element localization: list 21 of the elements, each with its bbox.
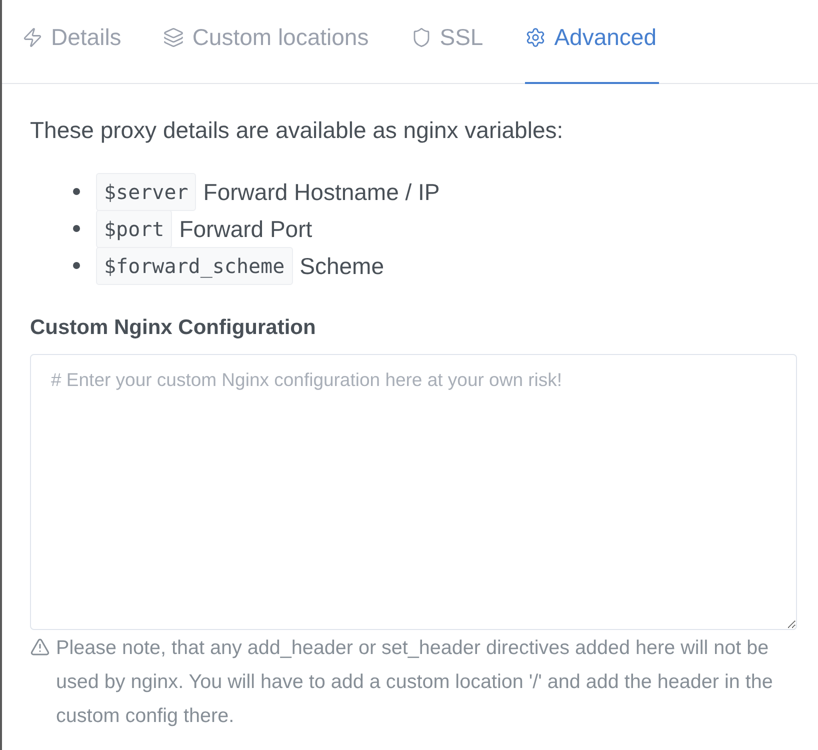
bullet-icon (73, 225, 80, 232)
config-label: Custom Nginx Configuration (30, 315, 316, 341)
variable-description: Scheme (300, 252, 384, 280)
config-textarea[interactable]: # Enter your custom Nginx configuration here at your own risk! (30, 354, 797, 630)
layers-icon (163, 27, 184, 48)
tab[interactable]: Custom locations (163, 0, 371, 84)
tab[interactable]: SSL (410, 0, 486, 84)
settings-icon (525, 27, 546, 48)
note-text: Please note, that any add_header or set_header directives added here will not be used by nginx. You will have to add a custom location '/' and add the header in the custom config there. (56, 636, 774, 729)
warning-icon (30, 637, 50, 657)
bullet-icon (73, 262, 80, 269)
variable-description: Forward Hostname / IP (203, 178, 440, 206)
tab[interactable]: Advanced (525, 0, 659, 84)
intro-text: These proxy details are available as nginx variables: (30, 116, 564, 145)
lightning-icon (22, 27, 43, 48)
variable-description: Forward Port (179, 214, 312, 244)
variable-code: $port (96, 210, 172, 248)
variable-code: $server (96, 172, 196, 210)
variable-code: $forward_scheme (96, 246, 293, 284)
tab[interactable]: Details (22, 0, 124, 84)
bullet-icon (73, 188, 80, 195)
